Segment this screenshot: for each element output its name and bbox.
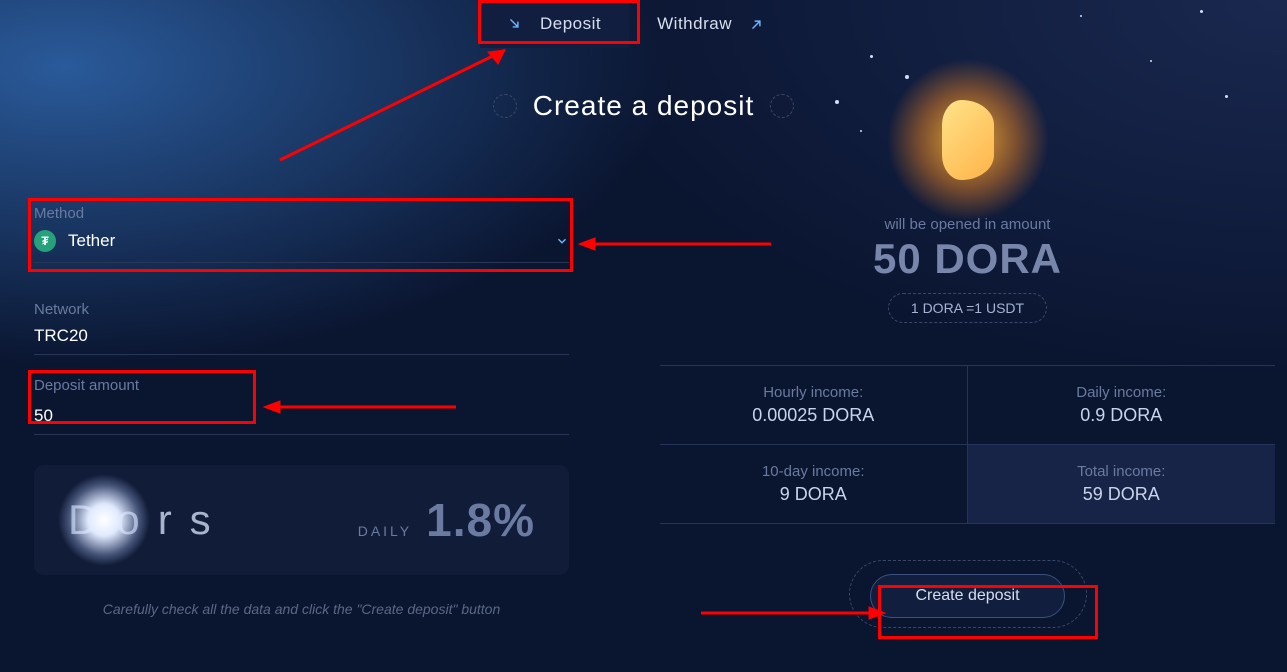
stat-hourly: Hourly income: 0.00025 DORA <box>660 366 968 445</box>
daily-value: 1.8% <box>426 493 535 547</box>
arrow-up-right-icon <box>750 17 764 31</box>
network-label: Network <box>34 301 569 318</box>
stat-total-label: Total income: <box>978 463 1266 480</box>
star-decoration <box>1080 15 1082 17</box>
dora-moon-icon <box>918 90 1018 190</box>
moon-icon <box>59 475 149 565</box>
tab-withdraw[interactable]: Withdraw <box>629 0 792 48</box>
stat-tenday-label: 10-day income: <box>670 463 957 480</box>
tether-icon: ₮ <box>34 230 56 252</box>
stat-total: Total income: 59 DORA <box>968 445 1276 524</box>
chevron-down-icon <box>555 234 569 248</box>
annotation-arrow <box>693 603 893 623</box>
annotation-arrow <box>270 40 530 170</box>
stat-daily-label: Daily income: <box>978 384 1266 401</box>
star-decoration <box>870 55 873 58</box>
method-value: Tether <box>68 231 115 251</box>
annotation-arrow <box>256 397 466 417</box>
star-decoration <box>1200 10 1203 13</box>
stat-hourly-label: Hourly income: <box>670 384 957 401</box>
amount-label: Deposit amount <box>34 377 569 394</box>
arrow-down-right-icon <box>508 17 522 31</box>
tab-deposit-label: Deposit <box>540 14 601 34</box>
stat-tenday-value: 9 DORA <box>670 484 957 505</box>
conversion-rate: 1 DORA =1 USDT <box>888 293 1047 323</box>
tab-withdraw-label: Withdraw <box>657 14 732 34</box>
footer-note: Carefully check all the data and click t… <box>34 601 569 617</box>
annotation-arrow <box>571 234 781 254</box>
stat-total-value: 59 DORA <box>978 484 1266 505</box>
stats-grid: Hourly income: 0.00025 DORA Daily income… <box>660 365 1275 524</box>
daily-label: DAILY <box>358 523 412 539</box>
star-decoration <box>1150 60 1152 62</box>
stat-hourly-value: 0.00025 DORA <box>670 405 957 426</box>
method-label: Method <box>34 205 569 222</box>
plan-card: Dors DAILY 1.8% <box>34 465 569 575</box>
method-select[interactable]: ₮ Tether <box>34 230 569 263</box>
summary-panel: will be opened in amount 50 DORA 1 DORA … <box>660 100 1275 618</box>
stat-daily-value: 0.9 DORA <box>978 405 1266 426</box>
stat-tenday: 10-day income: 9 DORA <box>660 445 968 524</box>
stat-daily: Daily income: 0.9 DORA <box>968 366 1276 445</box>
network-value: TRC20 <box>34 326 569 355</box>
network-field: Network TRC20 <box>34 301 569 355</box>
